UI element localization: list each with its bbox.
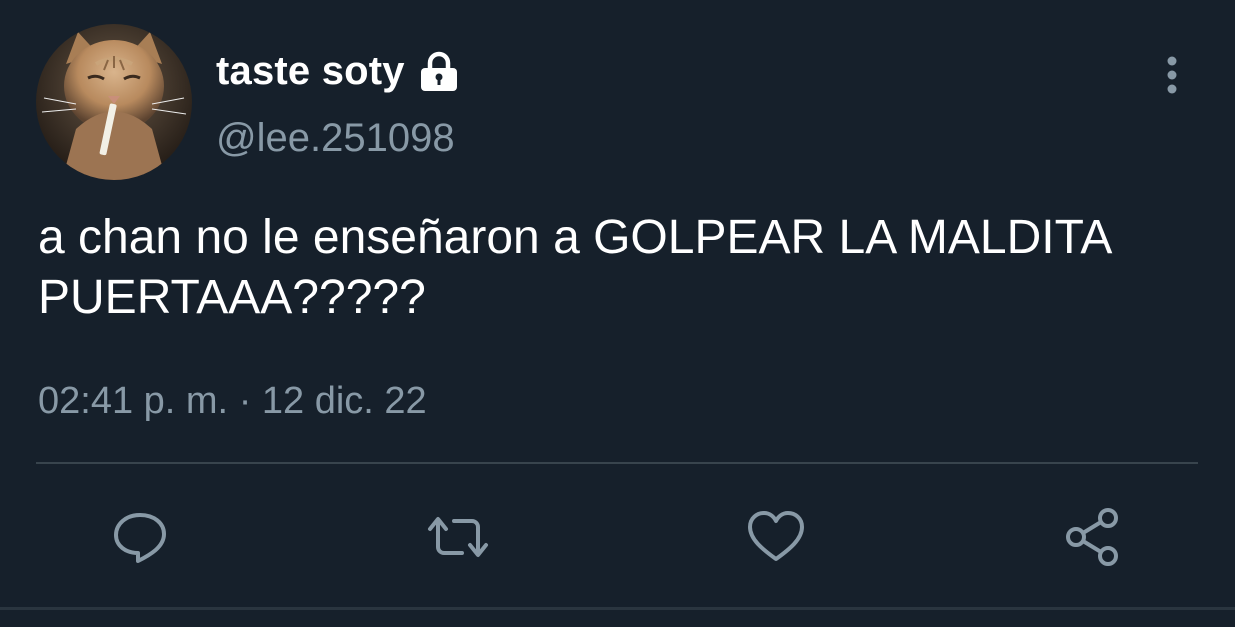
like-button[interactable] (744, 505, 808, 569)
tweet-card: taste soty @lee.251098 a chan no le ense… (0, 0, 1235, 627)
retweet-button[interactable] (426, 505, 490, 569)
reply-icon (114, 513, 166, 563)
retweet-icon (428, 517, 488, 557)
heart-icon (748, 511, 804, 561)
tweet-date: 12 dic. 22 (261, 380, 427, 422)
bottom-border (0, 607, 1235, 610)
timestamp-row[interactable]: 02:41 p. m. · 12 dic. 22 (38, 380, 427, 423)
share-icon (1066, 508, 1118, 566)
display-name[interactable]: taste soty (216, 49, 405, 94)
display-name-row: taste soty (216, 44, 461, 98)
lock-icon (417, 49, 461, 93)
tweet-time: 02:41 p. m. (38, 380, 229, 422)
user-handle[interactable]: @lee.251098 (216, 116, 455, 161)
more-options-button[interactable] (1150, 50, 1194, 100)
share-button[interactable] (1062, 505, 1126, 569)
avatar[interactable] (36, 24, 192, 180)
divider (36, 462, 1198, 464)
tweet-text: a chan no le enseñaron a GOLPEAR LA MALD… (38, 211, 1110, 324)
timestamp-separator: · (238, 380, 252, 422)
more-vertical-icon (1167, 56, 1177, 94)
cat-avatar-icon (36, 24, 192, 180)
reply-button[interactable] (108, 505, 172, 569)
